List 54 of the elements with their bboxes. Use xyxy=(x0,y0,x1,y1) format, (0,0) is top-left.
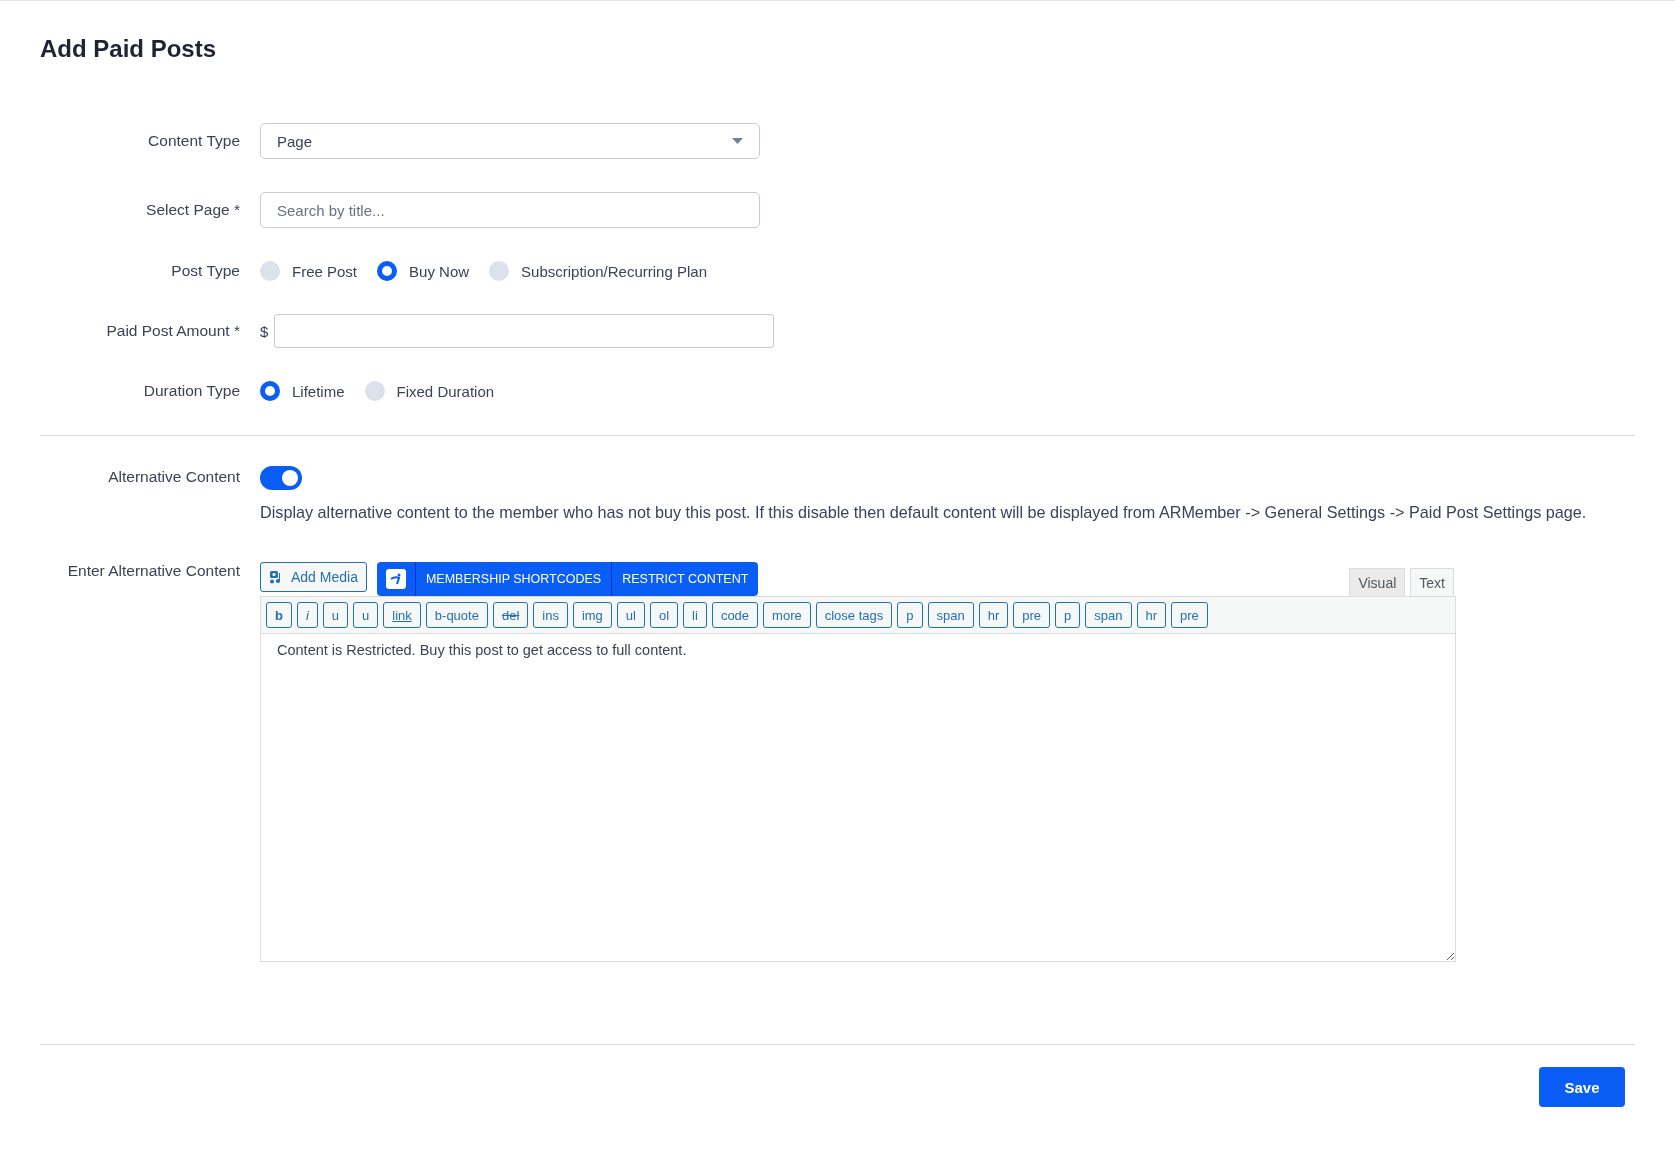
quicktag-button[interactable]: pre xyxy=(1171,602,1208,628)
quicktag-button[interactable]: more xyxy=(763,602,811,628)
radio-label: Lifetime xyxy=(292,382,345,400)
quicktag-button[interactable]: i xyxy=(296,602,318,628)
quicktag-button[interactable]: span xyxy=(1085,602,1132,628)
logo-icon xyxy=(385,569,406,589)
quicktag-button[interactable]: ol xyxy=(650,602,679,628)
quicktag-button[interactable]: p xyxy=(1055,602,1081,628)
radio-button[interactable] xyxy=(260,381,280,401)
radio-button[interactable] xyxy=(260,261,280,281)
toggle-switch[interactable] xyxy=(260,466,302,490)
search-field[interactable]: Search by title... xyxy=(260,192,760,228)
radio-label: Free Post xyxy=(292,262,358,280)
content-type-select[interactable]: Page xyxy=(260,123,760,159)
quicktag-button[interactable]: span xyxy=(927,602,974,628)
quicktag-button[interactable]: b xyxy=(266,602,292,628)
add-media-button[interactable]: Add Media xyxy=(260,562,367,592)
radio-label: Buy Now xyxy=(409,262,470,280)
quicktag-button[interactable]: b-quote xyxy=(425,602,488,628)
amount-field[interactable] xyxy=(274,314,775,348)
field-label: Paid Post Amount * xyxy=(105,322,240,340)
quicktag-button[interactable]: link xyxy=(383,602,421,628)
quicktag-button[interactable]: u xyxy=(322,602,349,628)
editor-tab[interactable]: Text xyxy=(1410,568,1454,596)
currency-symbol: $ xyxy=(260,322,269,340)
radio-button[interactable] xyxy=(364,381,385,401)
field-label: Duration Type xyxy=(142,382,240,400)
quicktag-button[interactable]: p xyxy=(897,602,923,628)
editor-tab[interactable]: Visual xyxy=(1349,568,1406,596)
description-text: Display alternative content to the member who has not buy this post. If this disable then default content will be displayed from ARMember -> General Settings -> Paid Post Settings page. xyxy=(260,502,1588,523)
quicktag-button[interactable]: code xyxy=(711,602,759,628)
radio-label: Subscription/Recurring Plan xyxy=(521,262,707,280)
field-label: Enter Alternative Content xyxy=(66,562,240,580)
quicktag-button[interactable]: ul xyxy=(616,602,645,628)
radio-button[interactable] xyxy=(489,261,510,281)
quicktag-button[interactable]: ins xyxy=(533,602,568,628)
radio-button[interactable] xyxy=(377,261,398,281)
page-title: Add Paid Posts xyxy=(40,35,218,63)
field-label: Content Type xyxy=(147,132,240,150)
quicktag-button[interactable]: hr xyxy=(1136,602,1167,628)
radio-label: Fixed Duration xyxy=(396,382,495,400)
quicktag-button[interactable]: close tags xyxy=(815,602,893,628)
quicktag-button[interactable]: del xyxy=(492,602,529,628)
quicktag-button[interactable]: li xyxy=(683,602,707,628)
field-label: Post Type xyxy=(170,262,240,280)
field-label: Select Page * xyxy=(145,201,240,219)
quicktag-button[interactable]: hr xyxy=(978,602,1009,628)
quicktag-button[interactable]: img xyxy=(572,602,612,628)
quicktag-button[interactable]: pre xyxy=(1013,602,1051,628)
quicktag-button[interactable]: u xyxy=(353,602,379,628)
save-button[interactable]: Save xyxy=(1539,1067,1625,1107)
content-editor[interactable]: Content is Restricted. Buy this post to get access to full content. xyxy=(260,634,1456,962)
caret-icon xyxy=(732,138,743,144)
field-label: Alternative Content xyxy=(107,468,240,486)
